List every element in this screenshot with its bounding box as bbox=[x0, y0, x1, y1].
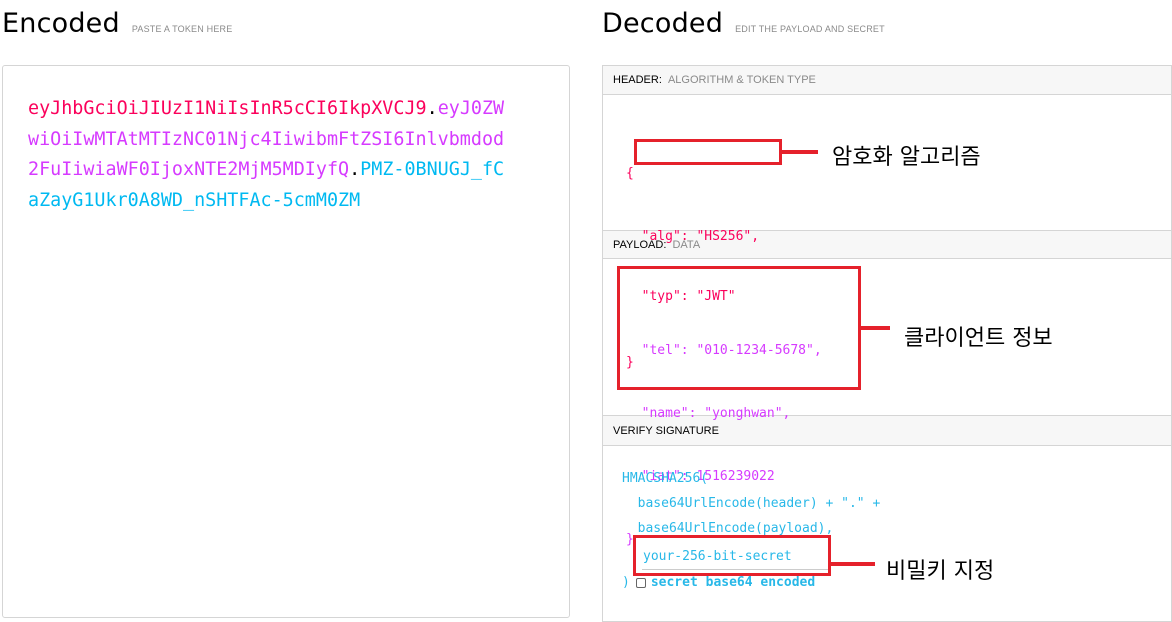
encoded-hint: PASTE A TOKEN HERE bbox=[131, 24, 233, 34]
header-section-title: HEADER: ALGORITHM & TOKEN TYPE bbox=[603, 66, 1171, 95]
decoded-hint: EDIT THE PAYLOAD AND SECRET bbox=[735, 24, 885, 34]
secret-base64-row: ) secret base64 encoded bbox=[622, 575, 815, 590]
secret-key-connector bbox=[830, 562, 875, 566]
header-section-sub: ALGORITHM & TOKEN TYPE bbox=[667, 74, 816, 86]
secret-base64-checkbox[interactable] bbox=[635, 577, 646, 588]
header-json-line: "alg": "HS256", bbox=[626, 229, 760, 244]
encoded-token-editor[interactable]: eyJhbGciOiJIUzI1NiIsInR5cCI6IkpXVCJ9.eyJ… bbox=[2, 65, 570, 618]
token-header-part: eyJhbGciOiJIUzI1NiIsInR5cCI6IkpXVCJ9 bbox=[28, 98, 427, 119]
secret-base64-label[interactable]: secret base64 encoded bbox=[651, 575, 815, 590]
secret-key-annotation: 비밀키 지정 bbox=[886, 559, 995, 584]
encoded-token-text[interactable]: eyJhbGciOiJIUzI1NiIsInR5cCI6IkpXVCJ9.eyJ… bbox=[28, 94, 508, 216]
algorithm-highlight-box bbox=[634, 139, 782, 165]
decoded-title: Decoded bbox=[602, 8, 724, 39]
verify-code: HMACSHA256( base64UrlEncode(header) + ".… bbox=[622, 466, 880, 541]
algorithm-annotation: 암호화 알고리즘 bbox=[832, 145, 981, 170]
verify-line: HMACSHA256( bbox=[622, 471, 709, 486]
secret-key-highlight-box bbox=[633, 535, 831, 576]
token-dot: . bbox=[349, 159, 361, 180]
algorithm-connector bbox=[781, 150, 818, 154]
client-info-highlight-box bbox=[617, 266, 861, 390]
header-section-label: HEADER: bbox=[613, 74, 662, 86]
client-info-annotation: 클라이언트 정보 bbox=[904, 326, 1053, 351]
verify-line: base64UrlEncode(header) + "." + bbox=[622, 496, 881, 511]
token-dot: . bbox=[426, 98, 438, 119]
header-json-line: { bbox=[626, 166, 634, 181]
verify-close-paren: ) bbox=[622, 575, 630, 590]
decoded-heading: Decoded EDIT THE PAYLOAD AND SECRET bbox=[602, 8, 885, 39]
payload-json-line: "name": "yonghwan", bbox=[626, 406, 791, 421]
encoded-title: Encoded bbox=[2, 8, 120, 39]
encoded-heading: Encoded PASTE A TOKEN HERE bbox=[2, 8, 232, 39]
client-info-connector bbox=[860, 326, 890, 330]
